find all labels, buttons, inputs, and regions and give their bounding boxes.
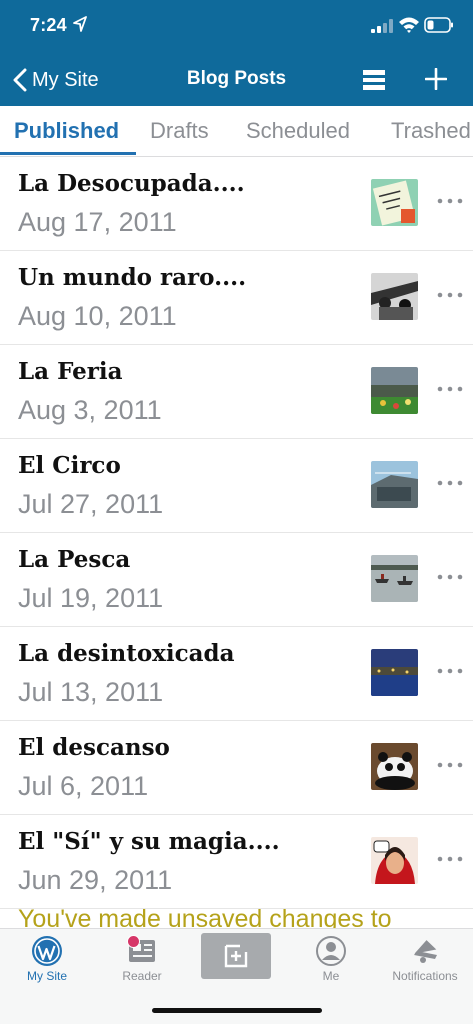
post-thumbnail	[371, 179, 418, 226]
tab-drafts[interactable]: Drafts	[150, 118, 209, 144]
cellular-signal-icon	[371, 19, 393, 33]
add-post-icon[interactable]	[425, 68, 447, 90]
post-date: Jul 27, 2011	[18, 489, 164, 519]
tab-my-site[interactable]: My Site	[0, 929, 94, 989]
tab-reader-label: Reader	[122, 969, 162, 983]
back-button[interactable]: My Site	[12, 65, 99, 95]
more-options-icon[interactable]	[436, 849, 464, 869]
more-options-icon[interactable]	[436, 755, 464, 775]
post-date: Jul 6, 2011	[18, 771, 149, 801]
post-thumbnail	[371, 461, 418, 508]
tab-scheduled[interactable]: Scheduled	[246, 118, 350, 144]
list-view-icon[interactable]	[363, 69, 385, 91]
more-options-icon[interactable]	[436, 473, 464, 493]
post-date: Aug 10, 2011	[18, 301, 177, 331]
profile-icon	[316, 936, 346, 966]
location-arrow-icon	[73, 16, 87, 32]
home-indicator	[152, 1008, 322, 1013]
more-options-icon[interactable]	[436, 379, 464, 399]
post-date: Jul 19, 2011	[18, 583, 164, 613]
tab-my-site-label: My Site	[26, 969, 67, 983]
post-status-tabs: Published Drafts Scheduled Trashed	[0, 106, 473, 157]
back-label: My Site	[32, 68, 99, 91]
wordpress-icon	[32, 936, 62, 966]
battery-icon	[424, 17, 453, 33]
new-post-icon	[224, 944, 248, 968]
tab-me[interactable]: Me	[284, 929, 378, 989]
more-options-icon[interactable]	[436, 285, 464, 305]
post-date: Jun 29, 2011	[18, 865, 173, 895]
tab-published[interactable]: Published	[14, 118, 119, 144]
status-time: 7:24	[30, 15, 67, 35]
post-title: La Pesca	[18, 546, 131, 573]
tab-trashed[interactable]: Trashed	[391, 118, 471, 144]
post-row[interactable]: El descanso Jul 6, 2011	[0, 721, 473, 815]
post-thumbnail	[371, 743, 418, 790]
post-title: El Circo	[18, 452, 121, 479]
app-header: 7:24 My Site Blog Posts	[0, 0, 473, 106]
post-date: Jul 13, 2011	[18, 677, 164, 707]
new-post-button[interactable]	[201, 933, 271, 979]
bell-icon	[414, 940, 437, 963]
post-row[interactable]: El "Sí" y su magia.... Jun 29, 2011	[0, 815, 473, 909]
post-list: La Desocupada.... Aug 17, 2011 Un mundo …	[0, 157, 473, 909]
more-options-icon[interactable]	[436, 191, 464, 211]
active-tab-indicator	[0, 152, 136, 155]
post-title: El "Sí" y su magia....	[18, 828, 280, 855]
post-row[interactable]: La Desocupada.... Aug 17, 2011	[0, 157, 473, 251]
post-thumbnail	[371, 649, 418, 696]
navigation-bar: My Site Blog Posts	[0, 54, 473, 106]
post-title: Un mundo raro....	[18, 264, 247, 291]
post-row[interactable]: La Pesca Jul 19, 2011	[0, 533, 473, 627]
post-title: La Desocupada....	[18, 170, 245, 197]
post-row[interactable]: La desintoxicada Jul 13, 2011	[0, 627, 473, 721]
tab-notifications-label: Notifications	[392, 969, 458, 983]
post-row[interactable]: El Circo Jul 27, 2011	[0, 439, 473, 533]
post-date: Aug 17, 2011	[18, 207, 177, 237]
more-options-icon[interactable]	[436, 567, 464, 587]
post-thumbnail	[371, 367, 418, 414]
more-options-icon[interactable]	[436, 661, 464, 681]
post-title: La Feria	[18, 358, 123, 385]
post-row[interactable]: La Feria Aug 3, 2011	[0, 345, 473, 439]
status-bar: 7:24	[0, 0, 473, 54]
post-thumbnail	[371, 555, 418, 602]
post-thumbnail	[371, 837, 418, 884]
post-date: Aug 3, 2011	[18, 395, 162, 425]
unread-badge	[127, 935, 140, 948]
wifi-icon	[399, 17, 419, 33]
chevron-left-icon	[13, 68, 27, 92]
tab-me-label: Me	[322, 969, 340, 983]
tab-reader[interactable]: Reader	[95, 929, 189, 989]
tab-notifications[interactable]: Notifications	[378, 929, 472, 989]
post-thumbnail	[371, 273, 418, 320]
post-title: El descanso	[18, 734, 170, 761]
post-row[interactable]: Un mundo raro.... Aug 10, 2011	[0, 251, 473, 345]
post-title: La desintoxicada	[18, 640, 235, 667]
